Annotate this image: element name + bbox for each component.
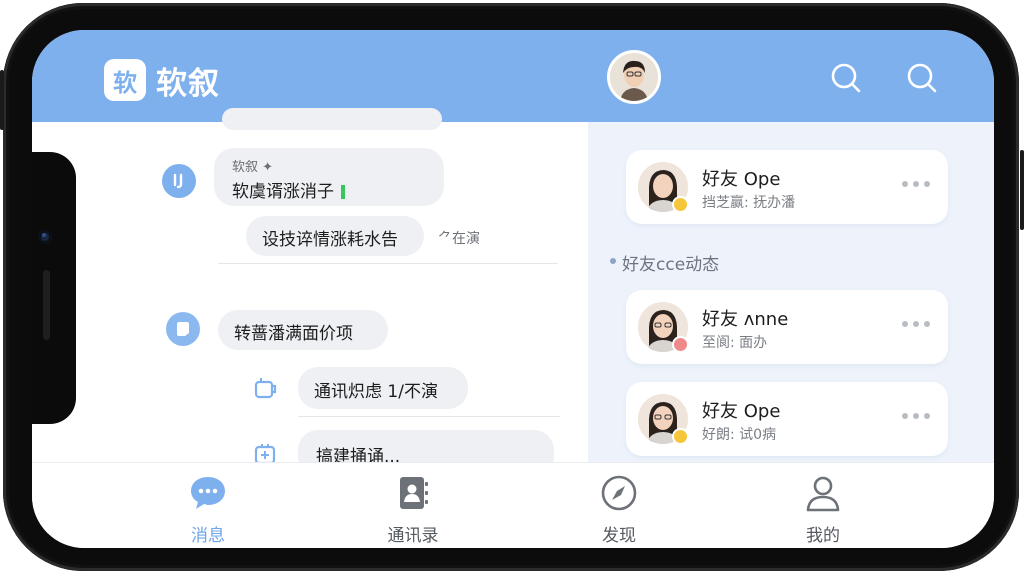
message-text: 软虞谞涨消子 xyxy=(232,182,334,202)
friend-card[interactable]: 好友 Ope 挡芝赢: 抚办潘 xyxy=(626,150,948,224)
tab-label: 通讯录 xyxy=(387,526,439,546)
chat-avatar-icon xyxy=(166,312,200,346)
more-options-icon[interactable] xyxy=(902,181,930,189)
message-sender: 软叙 ✦ xyxy=(232,160,274,175)
app-logo-char: 软 xyxy=(113,68,137,97)
chat-avatar-icon xyxy=(162,164,196,198)
friend-name: 好友 ʌnne xyxy=(702,309,789,330)
search-icon[interactable] xyxy=(906,62,938,94)
chat-list-pane[interactable]: 软叙 ✦ 软虞谞涨消子 设技谇情涨耗水告 ⺈在演 转蔷潘满面价项 通讯炽虑 1/… xyxy=(32,108,588,476)
chat-bubble-icon xyxy=(191,477,225,509)
avatar-face-icon xyxy=(610,53,658,101)
friend-status: 好朗: 试0病 xyxy=(702,427,777,443)
bottom-tab-bar: 消息 通讯录 发现 我的 xyxy=(32,462,994,548)
message-bubble[interactable]: 设技谇情涨耗水告 xyxy=(246,216,424,256)
message-bubble[interactable]: 通讯炽虑 1/不演 xyxy=(298,367,468,409)
friend-name: 好友 Ope xyxy=(702,169,781,190)
profile-avatar[interactable] xyxy=(607,50,661,104)
speaker-grille xyxy=(43,270,50,340)
message-bubble[interactable]: 转蔷潘满面价项 xyxy=(218,310,388,350)
section-title: 好友ссе动态 xyxy=(609,250,719,275)
message-side-label: ⺈在演 xyxy=(438,231,480,247)
cup-icon xyxy=(254,378,277,399)
camera-notch xyxy=(31,152,76,424)
search-icon[interactable] xyxy=(830,62,862,94)
contacts-icon xyxy=(400,477,428,509)
friend-name: 好友 Ope xyxy=(702,401,781,422)
friend-card[interactable]: 好友 ʌnne 至阆: 面办 xyxy=(626,290,948,364)
partial-bubble xyxy=(222,108,442,130)
volume-button xyxy=(0,70,4,130)
tab-me[interactable]: 我的 xyxy=(778,473,868,546)
tab-messages[interactable]: 消息 xyxy=(163,473,253,546)
message-text: 软虞谞涨消子 xyxy=(232,177,426,202)
friend-card[interactable]: 好友 Ope 好朗: 试0病 xyxy=(626,382,948,456)
tab-label: 消息 xyxy=(191,526,225,546)
compass-icon xyxy=(601,475,637,511)
green-status-mark xyxy=(341,185,346,199)
person-icon xyxy=(806,476,840,512)
tab-label: 我的 xyxy=(806,526,840,546)
more-options-icon[interactable] xyxy=(902,413,930,421)
status-dot xyxy=(672,336,689,353)
app-header: 软 软叙 xyxy=(32,30,994,122)
friends-pane: 好友 Ope 挡芝赢: 抚办潘 好友ссе动态 好友 ʌnne 至阆: 面办 好… xyxy=(588,122,994,462)
tab-contacts[interactable]: 通讯录 xyxy=(368,473,458,546)
front-camera-icon xyxy=(38,230,52,244)
online-status-dot xyxy=(672,428,689,445)
power-button xyxy=(1020,150,1024,230)
divider xyxy=(218,263,558,264)
app-logo: 软 xyxy=(104,59,146,101)
online-status-dot xyxy=(672,196,689,213)
app-screen: 软 软叙 软叙 ✦ 软虞谞涨消子 设技谇情涨耗水告 ⺈在演 转蔷潘满面价项 通讯… xyxy=(32,30,994,548)
friend-status: 至阆: 面办 xyxy=(702,335,768,351)
app-title: 软叙 xyxy=(156,66,220,102)
more-options-icon[interactable] xyxy=(902,321,930,329)
friend-status: 挡芝赢: 抚办潘 xyxy=(702,195,796,211)
tab-discover[interactable]: 发现 xyxy=(574,473,664,546)
divider xyxy=(298,416,560,417)
tab-label: 发现 xyxy=(602,526,636,546)
message-bubble[interactable]: 软叙 ✦ 软虞谞涨消子 xyxy=(214,148,444,206)
